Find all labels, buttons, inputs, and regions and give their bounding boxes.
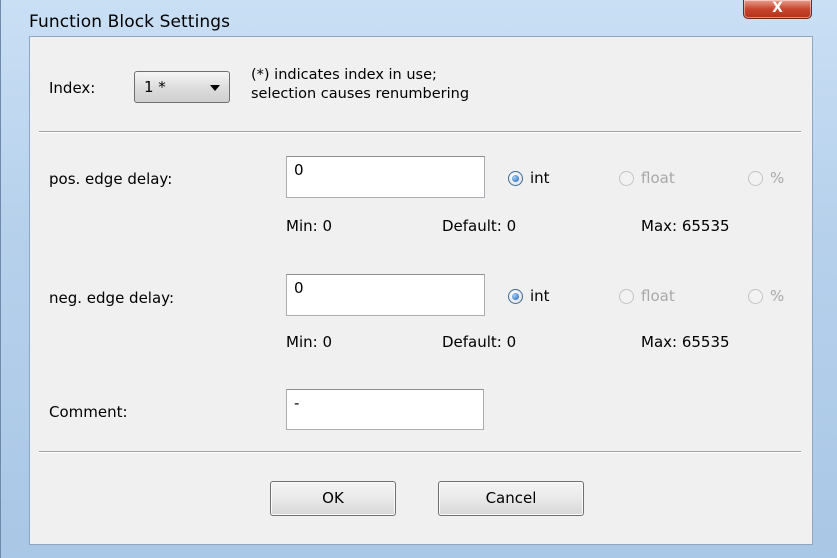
close-button[interactable]: X: [743, 0, 812, 19]
ok-button[interactable]: OK: [270, 481, 396, 516]
pos-edge-float-radio: [619, 171, 634, 186]
pos-edge-max: Max: 65535: [641, 217, 730, 235]
index-note-line1: (*) indicates index in use;: [251, 67, 437, 83]
pos-edge-delay-label: pos. edge delay:: [49, 170, 173, 188]
index-selected-value: 1 *: [144, 78, 166, 96]
index-dropdown[interactable]: 1 *: [134, 71, 230, 103]
separator-bottom: [39, 451, 801, 453]
title-bar[interactable]: Function Block Settings X: [1, 0, 837, 34]
neg-edge-int-label: int: [530, 287, 550, 305]
pos-edge-default: Default: 0: [442, 217, 517, 235]
comment-label: Comment:: [49, 403, 128, 421]
pos-edge-min: Min: 0: [286, 217, 332, 235]
pos-edge-percent-label: %: [770, 169, 785, 187]
window-frame: Function Block Settings X Index: 1 * (*)…: [0, 0, 837, 558]
neg-edge-int-radio[interactable]: [508, 289, 523, 304]
index-label: Index:: [49, 79, 96, 97]
neg-edge-max: Max: 65535: [641, 333, 730, 351]
index-note-line2: selection causes renumbering: [251, 86, 470, 102]
neg-edge-float-radio: [619, 289, 634, 304]
pos-edge-percent-radio: [748, 171, 763, 186]
dialog-body: Index: 1 * (*) indicates index in use; s…: [29, 36, 813, 545]
close-icon: X: [772, 0, 783, 16]
window-title: Function Block Settings: [29, 12, 231, 32]
comment-input[interactable]: -: [286, 389, 484, 430]
neg-edge-percent-label: %: [770, 287, 785, 305]
pos-edge-delay-input[interactable]: 0: [286, 156, 485, 198]
cancel-button[interactable]: Cancel: [438, 481, 584, 516]
pos-edge-int-label: int: [530, 169, 550, 187]
chevron-down-icon: [210, 85, 220, 91]
neg-edge-percent-radio: [748, 289, 763, 304]
pos-edge-float-label: float: [641, 169, 675, 187]
neg-edge-delay-input[interactable]: 0: [286, 274, 485, 316]
separator-top: [39, 131, 801, 133]
pos-edge-int-radio[interactable]: [508, 171, 523, 186]
neg-edge-default: Default: 0: [442, 333, 517, 351]
neg-edge-delay-label: neg. edge delay:: [49, 289, 175, 307]
neg-edge-float-label: float: [641, 287, 675, 305]
neg-edge-min: Min: 0: [286, 333, 332, 351]
